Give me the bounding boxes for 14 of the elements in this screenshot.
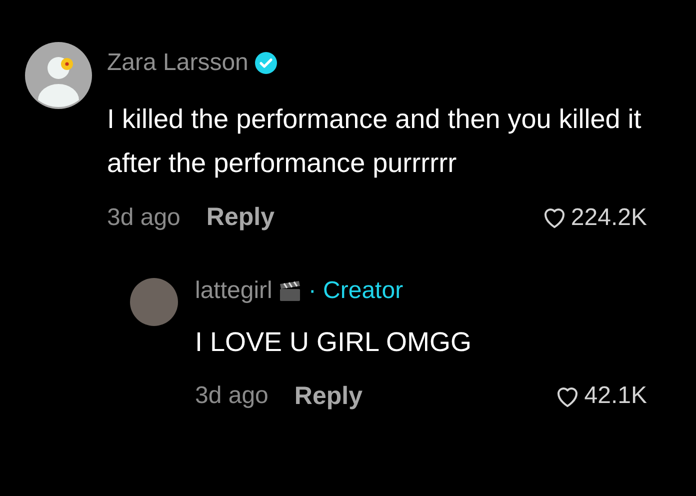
avatar-photo-placeholder	[130, 278, 178, 326]
author-name[interactable]: Zara Larsson	[107, 45, 248, 81]
author-name[interactable]: lattegirl	[195, 272, 272, 308]
reply-link[interactable]: Reply	[294, 378, 362, 415]
creator-label: · Creator	[308, 276, 404, 306]
comment-text: I killed the performance and then you killed it after the performance purrrrrr	[107, 103, 642, 180]
clapperboard-icon	[278, 280, 302, 302]
comment-time: 3d ago	[107, 202, 180, 233]
reply-link[interactable]: Reply	[206, 199, 274, 236]
avatar-silhouette-icon	[25, 42, 92, 109]
like-button[interactable]: 42.1K	[554, 378, 647, 414]
comment-time: 3d ago	[195, 381, 268, 412]
reply-text: I LOVE U GIRL OMGG	[195, 326, 473, 358]
like-button[interactable]: 224.2K	[540, 200, 647, 236]
